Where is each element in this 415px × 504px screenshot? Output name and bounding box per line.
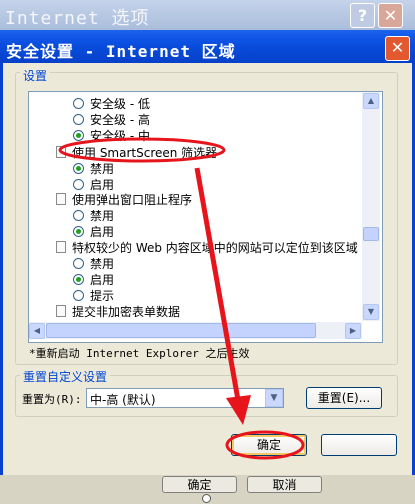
smartscreen-highlight-ellipse [58, 137, 226, 163]
annotation-arrow-head [226, 395, 251, 425]
ok-highlight-ellipse [225, 430, 305, 460]
annotation-overlay [58, 137, 305, 460]
annotation-arrow-shaft [194, 167, 241, 401]
